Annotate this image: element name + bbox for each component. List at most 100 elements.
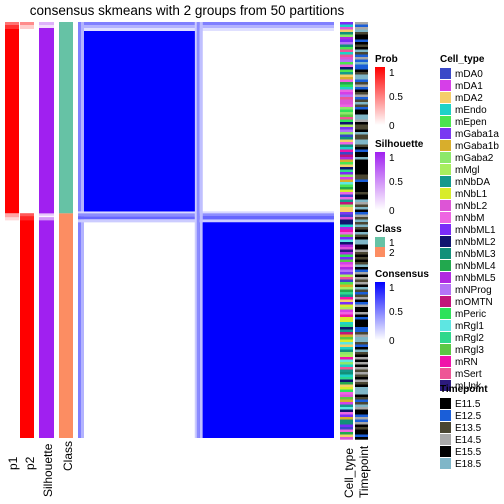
cell-type-stripe — [340, 77, 353, 80]
legend-prob: Prob 1 0.5 0 — [375, 54, 403, 132]
timepoint-stripe — [355, 254, 368, 258]
cell-type-stripe — [340, 182, 353, 185]
timepoint-stripe — [355, 369, 368, 373]
timepoint-stripe — [355, 119, 368, 123]
timepoint-stripe — [355, 54, 368, 58]
timepoint-stripe — [355, 384, 368, 388]
timepoint-stripe — [355, 29, 368, 33]
legend-cell-type-swatch — [440, 320, 451, 331]
cell-type-stripe — [340, 237, 353, 240]
p1-column-class1 — [5, 22, 19, 214]
cell-type-stripe — [340, 137, 353, 140]
cell-type-stripe — [340, 357, 353, 360]
cell-type-stripe — [340, 354, 353, 358]
cell-type-stripe — [340, 424, 353, 428]
timepoint-stripe — [355, 214, 368, 218]
timepoint-stripe — [355, 412, 368, 415]
cell-type-stripe — [340, 247, 353, 250]
timepoint-stripe — [355, 337, 368, 340]
cell-type-stripe — [340, 127, 353, 130]
cell-type-stripe — [340, 419, 353, 423]
timepoint-stripe — [355, 177, 368, 180]
timepoint-stripe — [355, 144, 368, 148]
class-column-1 — [59, 22, 73, 214]
consensus-block-2-1 — [78, 213, 196, 438]
timepoint-stripe — [355, 222, 368, 225]
timepoint-stripe — [355, 252, 368, 255]
cell-type-stripe — [340, 432, 353, 435]
legend-class-swatch — [375, 237, 385, 247]
cell-type-stripe — [340, 282, 353, 285]
timepoint-stripe — [355, 352, 368, 355]
consensus-block-1-1-core — [84, 31, 195, 212]
cell-type-stripe — [340, 57, 353, 60]
cell-type-stripe — [340, 197, 353, 200]
cell-type-stripe — [340, 434, 353, 438]
timepoint-stripe — [355, 372, 368, 375]
timepoint-stripe — [355, 64, 368, 68]
legend-class-swatch — [375, 247, 385, 257]
timepoint-stripe — [355, 249, 368, 253]
timepoint-stripe — [355, 127, 368, 130]
timepoint-stripe — [355, 422, 368, 425]
cell-type-stripe — [340, 54, 353, 58]
timepoint-stripe — [355, 179, 368, 183]
legend-cell-type-label: mGaba1a — [455, 129, 499, 140]
cell-type-stripe — [340, 162, 353, 165]
silhouette-edge — [39, 217, 54, 221]
timepoint-stripe — [355, 192, 368, 195]
timepoint-stripe — [355, 219, 368, 223]
timepoint-stripe — [355, 132, 368, 135]
cell-type-stripe — [340, 334, 353, 338]
timepoint-stripe — [355, 262, 368, 265]
legend-timepoint-swatch — [440, 410, 451, 421]
silhouette-edge — [39, 215, 54, 218]
cell-type-stripe — [340, 149, 353, 153]
timepoint-stripe — [355, 237, 368, 240]
legend-cell-type-swatch — [440, 260, 451, 271]
consensus-boundary-row — [78, 219, 334, 223]
cell-type-stripe — [340, 222, 353, 225]
timepoint-stripe — [355, 157, 368, 160]
cell-type-stripe — [340, 194, 353, 198]
legend-timepoint-label: E11.5 — [455, 399, 481, 410]
timepoint-stripe — [355, 399, 368, 403]
timepoint-stripe — [355, 317, 368, 320]
legend-cell-type-swatch — [440, 296, 451, 307]
col-label-silhouette: Silhouette — [41, 443, 55, 497]
timepoint-stripe — [355, 147, 368, 150]
cell-type-stripe — [340, 309, 353, 313]
timepoint-stripe — [355, 77, 368, 80]
cell-type-stripe — [340, 42, 353, 45]
timepoint-stripe — [355, 82, 368, 85]
timepoint-stripe — [355, 357, 368, 360]
legend-timepoint-label: E15.5 — [455, 447, 482, 458]
legend-timepoint-swatch — [440, 446, 451, 457]
legend-silhouette-tick: 0.5 — [389, 177, 403, 188]
cell-type-stripe — [340, 214, 353, 218]
timepoint-stripe — [355, 257, 368, 260]
timepoint-stripe — [355, 319, 368, 323]
legend-silhouette-title: Silhouette — [375, 139, 424, 150]
legend-cell-type-label: mEndo — [455, 105, 487, 116]
cell-type-stripe — [340, 84, 353, 88]
cell-type-stripe — [340, 239, 353, 243]
cell-type-stripe — [340, 159, 353, 163]
timepoint-stripe — [355, 72, 368, 75]
timepoint-stripe — [355, 32, 368, 35]
legend-cell-type-label: mSert — [455, 369, 482, 380]
timepoint-stripe — [355, 414, 368, 418]
legend-cell-type-label: mNbL2 — [455, 201, 488, 212]
cell-type-stripe — [340, 307, 353, 310]
cell-type-stripe — [340, 152, 353, 155]
legend-timepoint-swatch — [440, 458, 451, 469]
cell-type-stripe — [340, 147, 353, 150]
timepoint-stripe — [355, 154, 368, 158]
legend-timepoint-swatch — [440, 434, 451, 445]
timepoint-stripe — [355, 57, 368, 60]
col-label-p1: p1 — [6, 456, 20, 470]
consensus-boundary-col — [199, 22, 203, 438]
cell-type-stripe — [340, 79, 353, 83]
timepoint-stripe — [355, 44, 368, 48]
cell-type-stripe — [340, 289, 353, 293]
